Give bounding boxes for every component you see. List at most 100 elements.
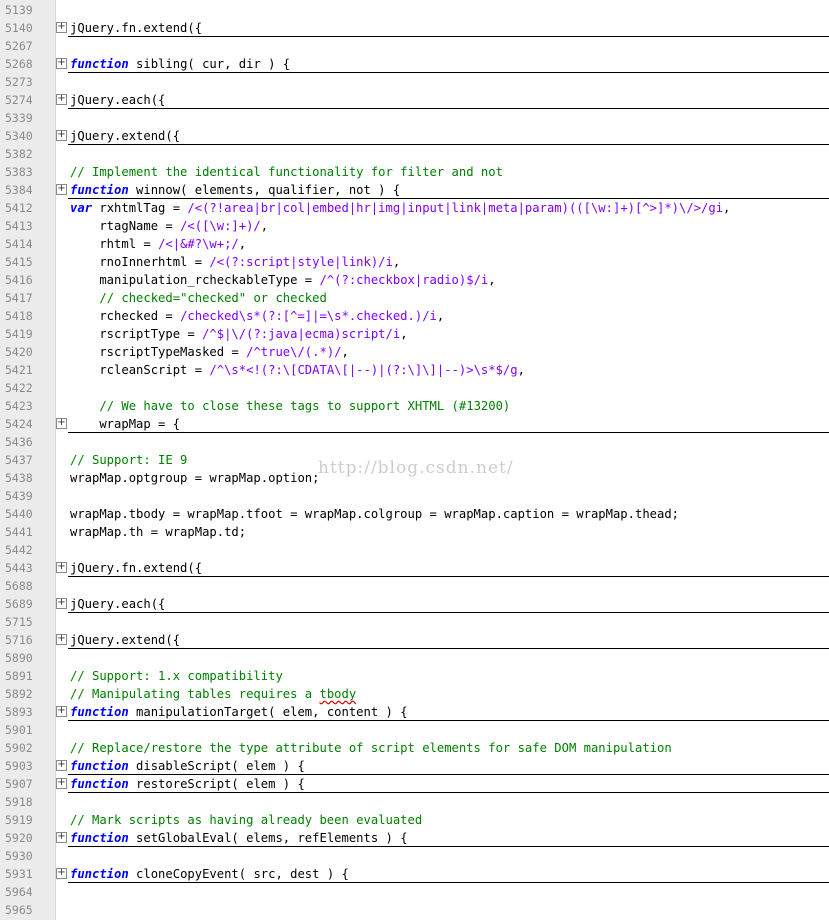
line-number: 5421 bbox=[5, 363, 33, 377]
code-text: // Manipulating tables requires a tbody bbox=[70, 685, 356, 703]
code-text: manipulation_rcheckableType = /^(?:check… bbox=[70, 271, 495, 289]
code-token: , bbox=[517, 363, 525, 377]
code-line[interactable]: 5384 + function winnow( elements, qualifie… bbox=[0, 181, 829, 199]
code-line[interactable]: 5688 bbox=[0, 577, 829, 595]
code-line[interactable]: 5716 + jQuery.extend({ bbox=[0, 631, 829, 649]
line-number: 5930 bbox=[5, 849, 33, 863]
code-line[interactable]: 5920 + function setGlobalEval( elems, refE… bbox=[0, 829, 829, 847]
fold-expand-icon[interactable]: + bbox=[56, 58, 67, 69]
code-line[interactable]: 5423 // We have to close these tags to s… bbox=[0, 397, 829, 415]
code-line[interactable]: 5340 + jQuery.extend({ bbox=[0, 127, 829, 145]
code-text: rcleanScript = /^\s*<!(?:\[CDATA\[|--)|(… bbox=[70, 361, 525, 379]
fold-expand-icon[interactable]: + bbox=[56, 130, 67, 141]
line-number: 5891 bbox=[5, 669, 33, 683]
code-line[interactable]: 5339 bbox=[0, 109, 829, 127]
code-text: rnoInnerhtml = /<(?:script|style|link)/i… bbox=[70, 253, 400, 271]
code-line[interactable]: 5140 + jQuery.fn.extend({ bbox=[0, 19, 829, 37]
code-line[interactable]: 5414 rhtml = /<|&#?\w+;/, bbox=[0, 235, 829, 253]
code-text: // Support: IE 9 bbox=[70, 451, 187, 469]
code-line[interactable]: 5415 rnoInnerhtml = /<(?:script|style|li… bbox=[0, 253, 829, 271]
code-line[interactable]: 5689 + jQuery.each({ bbox=[0, 595, 829, 613]
code-line[interactable]: 5274 + jQuery.each({ bbox=[0, 91, 829, 109]
code-line[interactable]: 5268 + function sibling( cur, dir ) { bbox=[0, 55, 829, 73]
code-line[interactable]: 5890 bbox=[0, 649, 829, 667]
code-token: , bbox=[392, 255, 401, 269]
code-text: rchecked = /checked\s*(?:[^=]|=\s*.check… bbox=[70, 307, 444, 325]
code-line[interactable]: 5903 + function disableScript( elem ) { bbox=[0, 757, 829, 775]
fold-expand-icon[interactable]: + bbox=[56, 22, 67, 33]
code-text: function manipulationTarget( elem, conte… bbox=[70, 703, 408, 721]
code-line[interactable]: 5930 bbox=[0, 847, 829, 865]
keyword: function bbox=[70, 867, 129, 881]
code-token: rscriptType = bbox=[70, 327, 203, 341]
code-token: , bbox=[400, 327, 408, 341]
code-line[interactable]: 5442 bbox=[0, 541, 829, 559]
code-text: wrapMap.tbody = wrapMap.tfoot = wrapMap.… bbox=[70, 507, 680, 521]
line-number: 5440 bbox=[5, 507, 33, 521]
code-line[interactable]: 5273 bbox=[0, 73, 829, 91]
code-line[interactable]: 5892 // Manipulating tables requires a tb… bbox=[0, 685, 829, 703]
comment: // We have to close these tags to suppor… bbox=[99, 399, 511, 413]
fold-expand-icon[interactable]: + bbox=[56, 868, 67, 879]
code-text: wrapMap = { bbox=[70, 417, 181, 431]
code-line[interactable]: 5412 var rxhtmlTag = /<(?!area|br|col|emb… bbox=[0, 199, 829, 217]
line-number: 5715 bbox=[5, 615, 33, 629]
code-token: , bbox=[436, 309, 445, 323]
code-line[interactable]: 5418 rchecked = /checked\s*(?:[^=]|=\s*.… bbox=[0, 307, 829, 325]
line-number: 5383 bbox=[5, 165, 33, 179]
code-line[interactable]: 5443 + jQuery.fn.extend({ bbox=[0, 559, 829, 577]
regex-literal: /^$|\/(?:java|ecma)script/i bbox=[202, 327, 401, 341]
fold-expand-icon[interactable]: + bbox=[56, 634, 67, 645]
code-line[interactable]: 5424 + wrapMap = { bbox=[0, 415, 829, 433]
fold-expand-icon[interactable]: + bbox=[56, 706, 67, 717]
code-line[interactable]: 5382 bbox=[0, 145, 829, 163]
code-line[interactable]: 5964 bbox=[0, 883, 829, 901]
code-text: function restoreScript( elem ) { bbox=[70, 775, 305, 793]
code-line[interactable]: 5918 bbox=[0, 793, 829, 811]
line-number: 5918 bbox=[5, 795, 33, 809]
fold-expand-icon[interactable]: + bbox=[56, 184, 67, 195]
code-token: manipulation_rcheckableType = bbox=[70, 273, 320, 287]
code-line[interactable]: 5139 bbox=[0, 1, 829, 19]
fold-expand-icon[interactable]: + bbox=[56, 418, 67, 429]
code-text: // Support: 1.x compatibility bbox=[70, 667, 283, 685]
code-line[interactable]: 5893 + function manipulationTarget( elem, … bbox=[0, 703, 829, 721]
code-editor[interactable]: 5139 5140 + jQuery.fn.extend({5267 5268 + func… bbox=[0, 0, 829, 920]
code-line[interactable]: 5267 bbox=[0, 37, 829, 55]
code-line[interactable]: 5907 + function restoreScript( elem ) { bbox=[0, 775, 829, 793]
code-line[interactable]: 5422 bbox=[0, 379, 829, 397]
code-line[interactable]: 5413 rtagName = /<([\w:]+)/, bbox=[0, 217, 829, 235]
code-line[interactable]: 5715 bbox=[0, 613, 829, 631]
code-line[interactable]: 5419 rscriptType = /^$|\/(?:java|ecma)sc… bbox=[0, 325, 829, 343]
code-line[interactable]: 5416 manipulation_rcheckableType = /^(?:… bbox=[0, 271, 829, 289]
fold-expand-icon[interactable]: + bbox=[56, 832, 67, 843]
line-number: 5902 bbox=[5, 741, 33, 755]
code-line[interactable]: 5902 // Replace/restore the type attribut… bbox=[0, 739, 829, 757]
code-line[interactable]: 5439 bbox=[0, 487, 829, 505]
line-number: 5268 bbox=[5, 57, 33, 71]
code-line[interactable]: 5383 // Implement the identical functiona… bbox=[0, 163, 829, 181]
comment: // Manipulating tables requires a bbox=[70, 687, 320, 701]
code-line[interactable]: 5891 // Support: 1.x compatibility bbox=[0, 667, 829, 685]
code-line[interactable]: 5919 // Mark scripts as having already be… bbox=[0, 811, 829, 829]
code-line[interactable]: 5421 rcleanScript = /^\s*<!(?:\[CDATA\[|… bbox=[0, 361, 829, 379]
code-line[interactable]: 5931 + function cloneCopyEvent( src, dest … bbox=[0, 865, 829, 883]
code-line[interactable]: 5440 wrapMap.tbody = wrapMap.tfoot = wrap… bbox=[0, 505, 829, 523]
fold-expand-icon[interactable]: + bbox=[56, 598, 67, 609]
code-line[interactable]: 5417 // checked="checked" or checked bbox=[0, 289, 829, 307]
code-line[interactable]: 5441 wrapMap.th = wrapMap.td; bbox=[0, 523, 829, 541]
line-number: 5436 bbox=[5, 435, 33, 449]
code-line[interactable]: 5420 rscriptTypeMasked = /^true\/(.*)/, bbox=[0, 343, 829, 361]
code-line[interactable]: 5436 bbox=[0, 433, 829, 451]
line-number: 5443 bbox=[5, 561, 33, 575]
code-line[interactable]: 5965 bbox=[0, 901, 829, 919]
line-number: 5416 bbox=[5, 273, 33, 287]
line-number: 5339 bbox=[5, 111, 33, 125]
fold-expand-icon[interactable]: + bbox=[56, 778, 67, 789]
fold-expand-icon[interactable]: + bbox=[56, 94, 67, 105]
code-token: , bbox=[260, 219, 269, 233]
code-line[interactable]: 5901 bbox=[0, 721, 829, 739]
fold-expand-icon[interactable]: + bbox=[56, 562, 67, 573]
fold-expand-icon[interactable]: + bbox=[56, 760, 67, 771]
